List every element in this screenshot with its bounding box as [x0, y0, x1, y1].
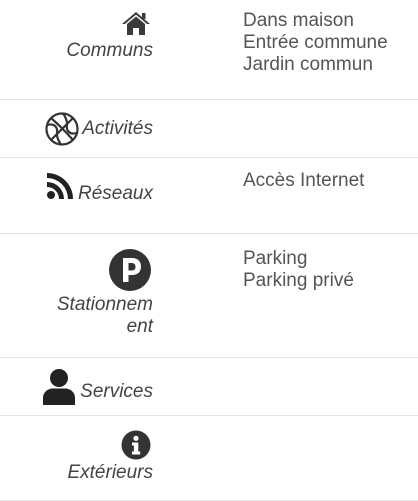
category-label: Réseaux [78, 183, 153, 204]
feature-list: Accès Internet [153, 170, 418, 233]
category-header: Services [0, 368, 153, 406]
category-row-stationnement: Stationnem ent Parking Parking privé [0, 234, 418, 358]
category-row-reseaux: Réseaux Accès Internet [0, 158, 418, 234]
feature-item: Parking privé [243, 270, 354, 291]
basketball-icon [44, 111, 80, 147]
category-header: Réseaux [0, 170, 153, 233]
feature-list: Dans maison Entrée commune Jardin commun [153, 10, 418, 99]
category-label: Communs [66, 40, 153, 61]
feature-item: Jardin commun [243, 54, 373, 75]
parking-icon [108, 248, 152, 292]
category-header: Extérieurs [0, 430, 153, 500]
category-label: Activités [82, 117, 153, 139]
category-header: Stationnem ent [0, 248, 153, 357]
user-icon [42, 368, 76, 406]
category-header: Activités [0, 111, 153, 147]
feature-list: Parking Parking privé [153, 248, 418, 357]
category-row-services: Services [0, 358, 418, 416]
feature-item: Parking [243, 248, 308, 269]
category-label-line: ent [126, 316, 153, 337]
feature-item: Dans maison [243, 10, 354, 31]
category-label: Services [80, 381, 153, 402]
rss-icon [46, 172, 74, 200]
category-header: Communs [0, 10, 153, 99]
category-label-line: Stationnem [56, 294, 153, 315]
info-icon [121, 430, 151, 460]
category-row-exterieurs: Extérieurs [0, 416, 418, 501]
feature-item: Entrée commune [243, 32, 388, 53]
house-icon [121, 10, 151, 36]
category-row-activites: Activités [0, 100, 418, 158]
feature-list [153, 430, 418, 500]
feature-item: Accès Internet [243, 170, 365, 191]
category-label: Extérieurs [67, 462, 153, 483]
category-row-communs: Communs Dans maison Entrée commune Jardi… [0, 0, 418, 100]
